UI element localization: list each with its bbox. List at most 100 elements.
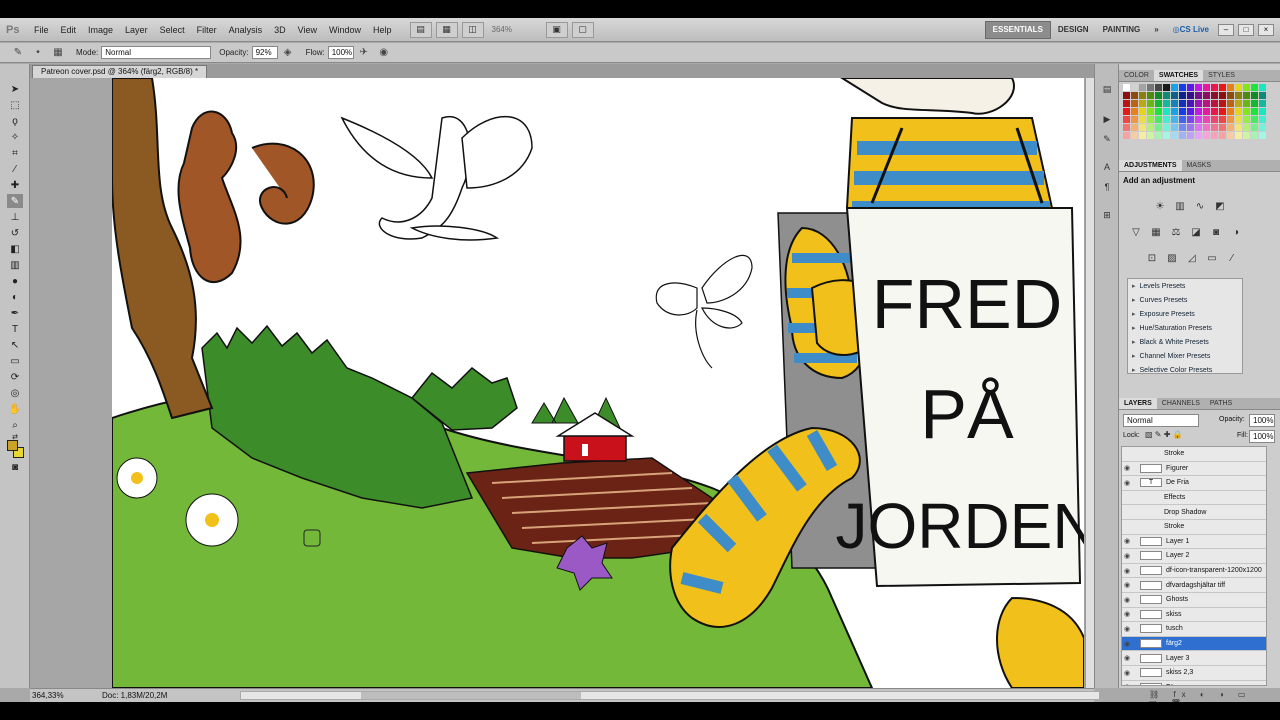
swatch-cell[interactable] [1131, 108, 1138, 115]
swatch-cell[interactable] [1235, 124, 1242, 131]
swatch-cell[interactable] [1171, 108, 1178, 115]
swatch-cell[interactable] [1155, 108, 1162, 115]
swatch-cell[interactable] [1195, 84, 1202, 91]
swatch-cell[interactable] [1187, 116, 1194, 123]
brush-size-icon[interactable]: • [31, 46, 45, 60]
swatch-cell[interactable] [1211, 84, 1218, 91]
swatch-cell[interactable] [1251, 92, 1258, 99]
swatch-cell[interactable] [1227, 100, 1234, 107]
fill-field[interactable]: 100% [1249, 430, 1275, 443]
visibility-eye-icon[interactable]: ◉ [1124, 640, 1134, 648]
swatch-cell[interactable] [1123, 116, 1130, 123]
swatch-cell[interactable] [1131, 124, 1138, 131]
swatch-cell[interactable] [1163, 108, 1170, 115]
swatch-cell[interactable] [1179, 116, 1186, 123]
extras-icon[interactable]: ▢ [571, 21, 594, 38]
swatch-cell[interactable] [1171, 100, 1178, 107]
tab-styles[interactable]: STYLES [1203, 70, 1240, 81]
swatch-cell[interactable] [1139, 116, 1146, 123]
visibility-eye-icon[interactable]: ◉ [1124, 596, 1134, 604]
visibility-eye-icon[interactable]: ◉ [1124, 625, 1134, 633]
swatch-cell[interactable] [1139, 108, 1146, 115]
swatch-cell[interactable] [1219, 84, 1226, 91]
swatch-cell[interactable] [1187, 92, 1194, 99]
healing-tool-icon[interactable]: ✚ [7, 178, 23, 192]
menu-select[interactable]: Select [154, 25, 191, 35]
preset-levels[interactable]: Levels Presets [1128, 279, 1242, 293]
tab-color[interactable]: COLOR [1119, 70, 1154, 81]
layer-row[interactable]: Effects [1122, 491, 1266, 506]
swatch-cell[interactable] [1187, 132, 1194, 139]
menu-view[interactable]: View [292, 25, 323, 35]
menu-help[interactable]: Help [367, 25, 398, 35]
layer-row[interactable]: Stroke [1122, 447, 1266, 462]
swatch-cell[interactable] [1219, 92, 1226, 99]
posterize-icon[interactable]: ▨ [1165, 252, 1179, 265]
swatch-cell[interactable] [1171, 92, 1178, 99]
layers-footer-icons[interactable]: ⛓ fx ◐ ◑ ▭ ▤ 🗑 [1149, 690, 1269, 708]
swatch-cell[interactable] [1155, 124, 1162, 131]
swatch-cell[interactable] [1131, 100, 1138, 107]
swatch-cell[interactable] [1235, 84, 1242, 91]
menu-3d[interactable]: 3D [268, 25, 292, 35]
layer-row[interactable]: ◉ Layer 1 [1122, 535, 1266, 550]
workspace-essentials[interactable]: ESSENTIALS [984, 20, 1051, 39]
channel-mixer-icon[interactable]: ◑ [1229, 226, 1243, 239]
swatch-cell[interactable] [1235, 132, 1242, 139]
swatch-cell[interactable] [1203, 132, 1210, 139]
swatch-cell[interactable] [1139, 84, 1146, 91]
workspace-more-icon[interactable]: » [1147, 21, 1165, 39]
swatch-cell[interactable] [1211, 132, 1218, 139]
artwork-canvas[interactable]: FRED PÅ JORDEN [111, 78, 1085, 688]
threshold-icon[interactable]: ◿ [1185, 252, 1199, 265]
minimize-icon[interactable]: – [1218, 23, 1234, 36]
swatch-cell[interactable] [1195, 124, 1202, 131]
arrange-icon[interactable]: ◫ [461, 21, 484, 38]
close-icon[interactable]: × [1258, 23, 1274, 36]
hue-saturation-icon[interactable]: ▦ [1149, 226, 1163, 239]
swatch-cell[interactable] [1123, 124, 1130, 131]
visibility-eye-icon[interactable]: ◉ [1124, 479, 1134, 487]
layer-row[interactable]: ◉ Figurer [1122, 462, 1266, 477]
menu-layer[interactable]: Layer [119, 25, 154, 35]
opacity-pressure-icon[interactable]: ◈ [281, 46, 295, 60]
status-doc-size[interactable]: Doc: 1,83M/20,2M [102, 691, 167, 700]
layer-row[interactable]: Drop Shadow [1122, 505, 1266, 520]
shape-tool-icon[interactable]: ▭ [7, 354, 23, 368]
marquee-tool-icon[interactable]: ⬚ [7, 98, 23, 112]
swatch-cell[interactable] [1155, 84, 1162, 91]
airbrush-icon[interactable]: ✈ [357, 46, 371, 60]
preset-hue-saturation[interactable]: Hue/Saturation Presets [1128, 321, 1242, 335]
preset-selective-color[interactable]: Selective Color Presets [1128, 363, 1242, 377]
flow-field[interactable]: 100% [327, 46, 354, 59]
canvas-area[interactable]: FRED PÅ JORDEN [30, 78, 1085, 688]
3d-orbit-tool-icon[interactable]: ◎ [7, 386, 23, 400]
tab-adjustments[interactable]: ADJUSTMENTS [1119, 160, 1182, 171]
crop-tool-icon[interactable]: ⌗ [7, 146, 23, 160]
layer-row[interactable]: ◉ skiss 2,3 [1122, 666, 1266, 681]
swatch-cell[interactable] [1227, 124, 1234, 131]
visibility-eye-icon[interactable]: ◉ [1124, 464, 1134, 472]
tab-swatches[interactable]: SWATCHES [1153, 70, 1204, 81]
brush-panel-icon[interactable]: ▦ [51, 46, 65, 60]
type-tool-icon[interactable]: T [7, 322, 23, 336]
visibility-eye-icon[interactable]: ◉ [1124, 537, 1134, 545]
layer-row[interactable]: ◉ df-icon-transparent-1200x1200 [1122, 564, 1266, 579]
swatch-cell[interactable] [1195, 100, 1202, 107]
lock-icons[interactable]: ▧ ✎ ✚ 🔒 [1145, 430, 1183, 439]
horizontal-scrollbar-thumb[interactable] [361, 692, 581, 699]
swatch-cell[interactable] [1179, 124, 1186, 131]
visibility-eye-icon[interactable]: ◉ [1124, 669, 1134, 677]
eyedropper-tool-icon[interactable]: ⁄ [7, 162, 23, 176]
swatch-cell[interactable] [1187, 100, 1194, 107]
actions-panel-icon[interactable]: ▶ [1100, 112, 1114, 126]
menu-file[interactable]: File [28, 25, 55, 35]
swatch-cell[interactable] [1235, 116, 1242, 123]
swatch-cell[interactable] [1163, 116, 1170, 123]
swatch-cell[interactable] [1259, 92, 1266, 99]
zoom-level-display[interactable]: 364% [492, 23, 538, 37]
swatch-cell[interactable] [1147, 116, 1154, 123]
levels-icon[interactable]: ▥ [1173, 200, 1187, 213]
swatch-cell[interactable] [1203, 116, 1210, 123]
black-white-icon[interactable]: ◪ [1189, 226, 1203, 239]
